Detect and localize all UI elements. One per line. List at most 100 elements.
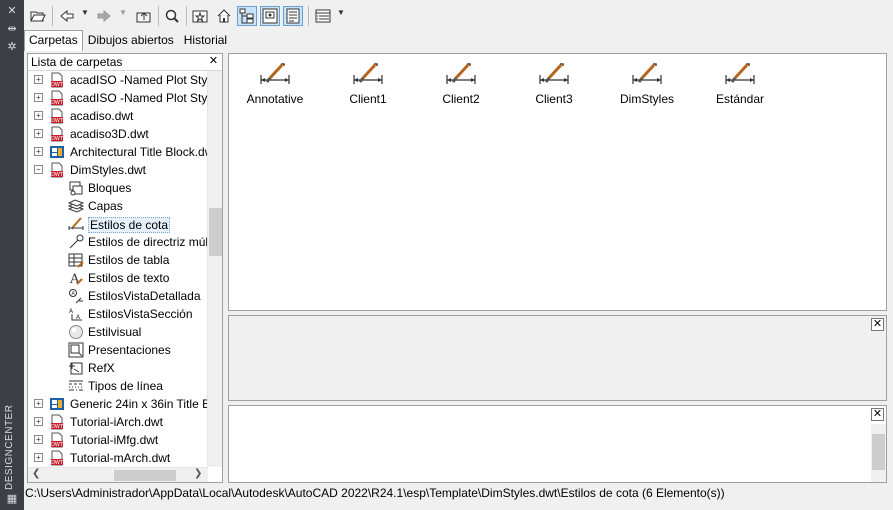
tree-item-label: Tutorial-mArch.dwt [70, 451, 171, 465]
folder-list-header: Lista de carpetas ✕ [28, 54, 222, 71]
properties-icon[interactable]: ✲ [5, 40, 19, 54]
svg-text:DWT: DWT [51, 136, 64, 142]
dimstyle-item[interactable]: Estándar [694, 60, 786, 110]
tree-item-label: Presentaciones [88, 343, 171, 357]
expand-icon[interactable]: + [34, 399, 43, 408]
tab-historial[interactable]: Historial [179, 30, 232, 51]
expand-icon[interactable]: + [34, 93, 43, 102]
up-folder-icon[interactable] [134, 6, 154, 26]
dimstyle-item[interactable]: Annotative [229, 60, 321, 110]
tree-item[interactable]: − DWT DimStyles.dwt [28, 161, 208, 179]
tree-item[interactable]: + DWT acadiso3D.dwt [28, 125, 208, 143]
dwg-file-icon [49, 396, 65, 412]
tree-item[interactable]: + Architectural Title Block.dw [28, 143, 208, 161]
tree-item[interactable]: Bloques [28, 179, 208, 197]
expand-icon[interactable]: + [34, 129, 43, 138]
svg-text:DWT: DWT [51, 100, 64, 106]
open-folder-icon[interactable] [28, 6, 48, 26]
textstyle-icon: A [68, 270, 84, 287]
scrollbar-thumb[interactable] [114, 470, 176, 481]
tree-item[interactable]: + DWT Tutorial-iArch.dwt [28, 413, 208, 431]
dimstyle-item[interactable]: Client2 [415, 60, 507, 110]
tree-item[interactable]: + DWT acadiso.dwt [28, 107, 208, 125]
tree-item-label: acadiso.dwt [70, 109, 134, 123]
autohide-icon[interactable]: ⇹ [5, 22, 19, 36]
scrollbar-thumb[interactable] [209, 208, 222, 256]
tree-item-label: EstilosVistaSección [88, 307, 193, 321]
scroll-left-icon[interactable]: ❮ [32, 468, 40, 479]
dimstyle-item-label: DimStyles [619, 92, 674, 106]
expand-icon[interactable]: + [34, 147, 43, 156]
dwt-file-icon: DWT [49, 126, 65, 142]
tree-item-label: Estilos de tabla [88, 253, 170, 267]
search-icon[interactable] [162, 6, 182, 26]
xref-icon [68, 360, 84, 376]
dimstyle-item[interactable]: DimStyles [601, 60, 693, 110]
tab-carpetas[interactable]: Carpetas [24, 30, 83, 51]
tree-item[interactable]: RefX [28, 359, 208, 377]
tree-item-label: EstilosVistaDetallada [88, 289, 201, 303]
tab-strip: Carpetas Dibujos abiertos Historial [24, 30, 232, 51]
svg-text:DWT: DWT [51, 118, 64, 124]
tree-item[interactable]: Tipos de línea [28, 377, 208, 395]
description-pane: ✕ [228, 405, 887, 483]
tree-item[interactable]: A EstilosVistaDetallada [28, 287, 208, 305]
tree-item[interactable]: Estilos de directriz múl [28, 233, 208, 251]
close-icon[interactable]: ✕ [207, 55, 220, 68]
description-toggle-icon[interactable] [283, 6, 303, 26]
tree-item[interactable]: A A EstilosVistaSección [28, 305, 208, 323]
svg-text:DWT: DWT [51, 442, 64, 448]
tree-item[interactable]: Estilos de cota [28, 215, 208, 233]
favorites-icon[interactable] [190, 6, 210, 26]
tree-item-label: acadISO -Named Plot Styl [70, 73, 208, 87]
expand-icon[interactable]: + [34, 417, 43, 426]
close-description-icon[interactable]: ✕ [871, 408, 884, 421]
grip-icon[interactable]: ▦ [5, 492, 19, 506]
dwt-file-icon: DWT [49, 414, 65, 430]
tree-item[interactable]: + DWT acadISO -Named Plot Styl [28, 89, 208, 107]
tree-item-label: Estilos de directriz múl [88, 235, 208, 249]
tree-view-toggle-icon[interactable] [237, 6, 257, 26]
dimstyle-item[interactable]: Client1 [322, 60, 414, 110]
expand-icon[interactable]: + [34, 453, 43, 462]
tree-item[interactable]: Capas [28, 197, 208, 215]
views-dropdown-icon[interactable]: ▼ [337, 8, 345, 17]
dimstyle-item[interactable]: Client3 [508, 60, 600, 110]
scrollbar-thumb[interactable] [872, 434, 885, 470]
preview-toggle-icon[interactable] [260, 6, 280, 26]
dimstyle-item-label: Annotative [246, 92, 304, 106]
tree-item-label: Estilos de texto [88, 271, 170, 285]
tree-vertical-scrollbar[interactable] [207, 71, 222, 467]
views-icon[interactable] [313, 6, 333, 26]
description-scrollbar[interactable] [871, 424, 886, 482]
tree-item[interactable]: + DWT Tutorial-mArch.dwt [28, 449, 208, 467]
collapse-icon[interactable]: − [34, 165, 43, 174]
back-dropdown-icon[interactable]: ▼ [81, 8, 89, 17]
tree-item[interactable]: + Generic 24in x 36in Title Bl [28, 395, 208, 413]
tree-item[interactable]: Estilvisual [28, 323, 208, 341]
dwt-file-icon: DWT [49, 108, 65, 124]
close-preview-icon[interactable]: ✕ [871, 318, 884, 331]
tree-item[interactable]: A Estilos de texto [28, 269, 208, 287]
back-arrow-icon[interactable] [57, 6, 77, 26]
tree-item-label: DimStyles.dwt [70, 163, 147, 177]
expand-icon[interactable]: + [34, 435, 43, 444]
tree-item-label: Tutorial-iArch.dwt [70, 415, 163, 429]
close-icon[interactable]: ✕ [5, 4, 19, 18]
visualstyle-icon [68, 324, 84, 340]
tree-item[interactable]: + DWT acadISO -Named Plot Styl [28, 71, 208, 89]
expand-icon[interactable]: + [34, 75, 43, 84]
expand-icon[interactable]: + [34, 111, 43, 120]
tree-item[interactable]: Presentaciones [28, 341, 208, 359]
tree-item[interactable]: + DWT Tutorial-iMfg.dwt [28, 431, 208, 449]
scroll-right-icon[interactable]: ❯ [194, 468, 202, 479]
forward-dropdown-icon[interactable]: ▼ [119, 8, 127, 17]
tree-item-label: Tipos de línea [88, 379, 163, 393]
home-icon[interactable] [214, 6, 234, 26]
tree-item[interactable]: Estilos de tabla [28, 251, 208, 269]
layout-icon [68, 342, 84, 358]
tab-dibujos-abiertos[interactable]: Dibujos abiertos [83, 30, 179, 51]
forward-arrow-icon[interactable] [94, 6, 114, 26]
palette-title: DESIGNCENTER [4, 404, 15, 490]
tree-horizontal-scrollbar[interactable]: ❮ ❯ [28, 467, 208, 482]
